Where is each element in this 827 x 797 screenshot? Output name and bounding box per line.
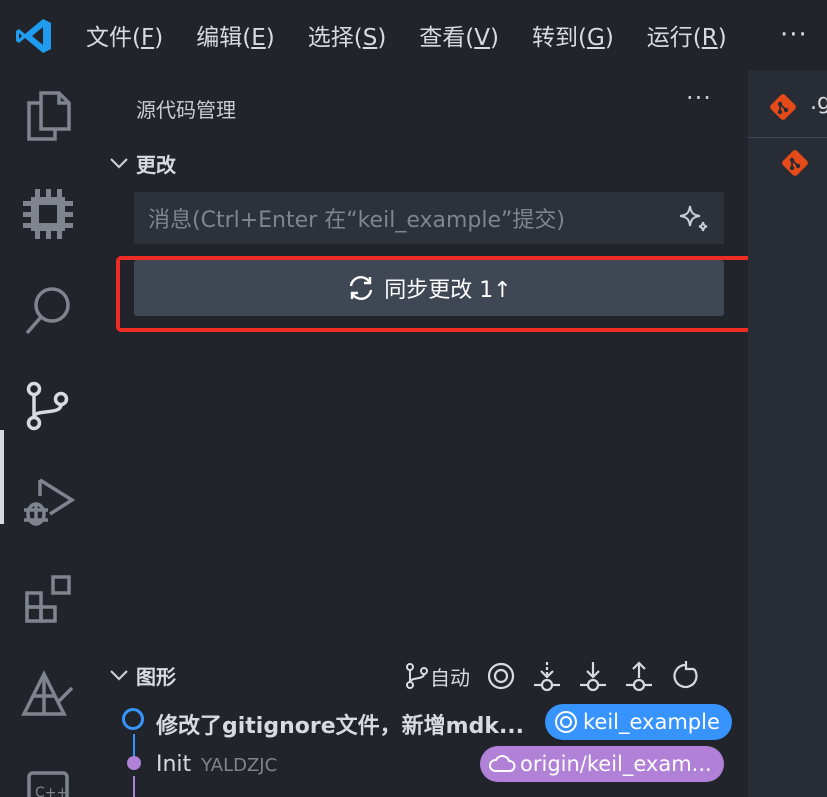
- commit-author: YALDZJC: [201, 755, 278, 776]
- explorer-icon[interactable]: [18, 86, 78, 146]
- branch-icon: [406, 663, 428, 689]
- commit-message: 修改了gitignore文件，新增mdk...: [156, 714, 525, 739]
- remote-branch-badge: origin/keil_exam...: [480, 746, 724, 782]
- cpp-icon[interactable]: C++: [18, 758, 78, 797]
- menu-view[interactable]: 查看(V): [419, 18, 499, 52]
- sparkle-icon[interactable]: [676, 200, 712, 236]
- refresh-icon[interactable]: [670, 661, 700, 691]
- extensions-icon[interactable]: [18, 568, 78, 628]
- tab-label: .g: [810, 90, 827, 115]
- editor-area: .g: [748, 70, 827, 797]
- menu-run[interactable]: 运行(R): [647, 18, 727, 52]
- commit-dot: [127, 756, 141, 770]
- commit-message-placeholder: 消息(Ctrl+Enter 在“keil_example”提交): [148, 208, 565, 233]
- git-file-icon: [782, 150, 808, 176]
- commit-message-input[interactable]: 消息(Ctrl+Enter 在“keil_example”提交): [134, 192, 724, 244]
- cloud-icon: [489, 755, 516, 772]
- svg-text:C++: C++: [35, 785, 68, 797]
- graph-section-title: 图形: [136, 664, 176, 689]
- menu-edit[interactable]: 编辑(E): [196, 18, 275, 52]
- remote-branch-badge-label: origin/keil_exam...: [520, 752, 712, 776]
- target-icon: [555, 711, 577, 733]
- chevron-down-icon: [110, 670, 128, 681]
- graph-toolbar: 自动: [404, 658, 716, 694]
- chevron-down-icon: [110, 158, 128, 169]
- pull-icon[interactable]: [578, 660, 608, 692]
- panel-title: 源代码管理: [136, 98, 236, 122]
- branch-badge: keil_example: [545, 704, 732, 740]
- source-control-icon[interactable]: [18, 376, 78, 436]
- commit-message: Init YALDZJC: [156, 752, 278, 777]
- target-icon[interactable]: [486, 661, 516, 691]
- menu-bar: 文件(F) 编辑(E) 选择(S) 查看(V) 转到(G) 运行(R): [86, 0, 760, 70]
- commit-row[interactable]: Init YALDZJC origin/keil_exam...: [120, 746, 730, 786]
- changes-section-header[interactable]: 更改: [106, 148, 176, 178]
- editor-tab[interactable]: .g: [748, 70, 827, 138]
- git-file-icon: [770, 94, 796, 120]
- highlight-annotation: [116, 256, 752, 332]
- menu-more-button[interactable]: ···: [780, 20, 808, 50]
- push-icon[interactable]: [624, 660, 654, 692]
- source-control-panel: 源代码管理 ··· 更改 消息(Ctrl+Enter 在“keil_exampl…: [96, 70, 752, 797]
- chip-icon[interactable]: [18, 184, 78, 244]
- vscode-logo-icon: [16, 19, 51, 53]
- fetch-icon[interactable]: [532, 660, 562, 692]
- commit-row[interactable]: 修改了gitignore文件，新增mdk... keil_example: [120, 702, 732, 742]
- menu-selection[interactable]: 选择(S): [308, 18, 387, 52]
- commit-dot: [122, 708, 144, 730]
- branch-badge-label: keil_example: [583, 710, 720, 734]
- auto-label: 自动: [430, 665, 470, 690]
- search-icon[interactable]: [18, 280, 78, 340]
- menu-file[interactable]: 文件(F): [86, 18, 163, 52]
- panel-more-button[interactable]: ···: [686, 84, 712, 112]
- activity-bar: C++: [0, 70, 96, 797]
- title-bar: 文件(F) 编辑(E) 选择(S) 查看(V) 转到(G) 运行(R) ···: [0, 0, 827, 70]
- active-indicator: [0, 430, 4, 524]
- deploy-icon[interactable]: [18, 666, 78, 726]
- graph-section-header[interactable]: 图形: [106, 660, 176, 690]
- changes-section-title: 更改: [136, 152, 176, 177]
- menu-go[interactable]: 转到(G): [532, 18, 614, 52]
- auto-branch-button[interactable]: 自动: [404, 662, 470, 691]
- run-debug-icon[interactable]: [18, 472, 78, 532]
